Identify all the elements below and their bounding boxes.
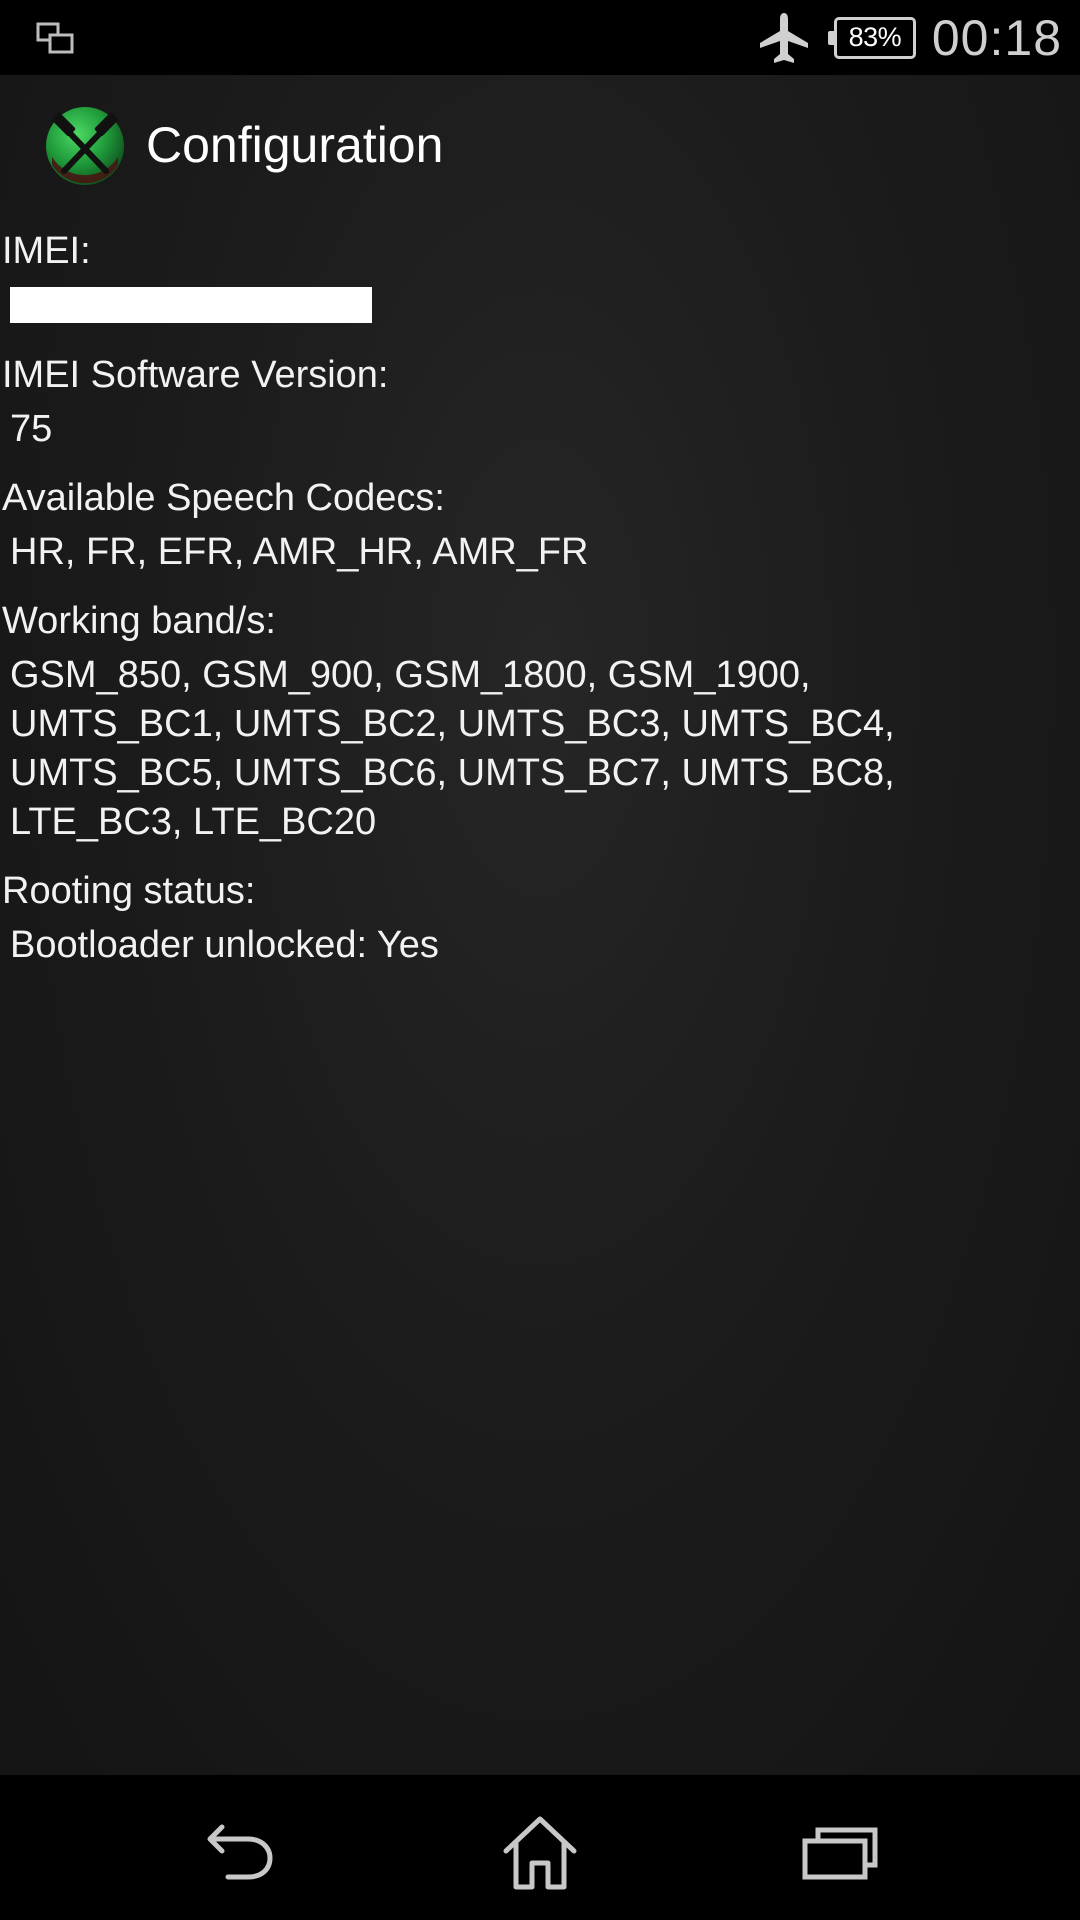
redacted-imei-value [10, 287, 372, 323]
bands-label: Working band/s: [2, 600, 276, 642]
back-button[interactable] [195, 1813, 285, 1893]
status-bar: 83% 00:18 [0, 0, 1080, 75]
page-title: Configuration [146, 117, 444, 173]
back-icon [207, 1824, 273, 1880]
main-content: Configuration IMEI: IMEI Software Versio… [0, 75, 1080, 1775]
imei-sv-label: IMEI Software Version: [2, 354, 389, 396]
home-icon [503, 1816, 577, 1890]
recents-icon [802, 1827, 878, 1880]
action-bar: Configuration [0, 75, 1080, 225]
rooting-value: Bootloader unlocked: Yes [10, 924, 439, 966]
bands-item: Working band/s: GSM_850, GSM_900, GSM_18… [0, 595, 1080, 847]
screenshot-icon [36, 22, 74, 54]
airplane-icon [759, 12, 808, 63]
navigation-bar [0, 1775, 1080, 1920]
rooting-item: Rooting status: Bootloader unlocked: Yes [0, 865, 1080, 970]
battery-percent: 83% [848, 22, 902, 52]
status-clock: 00:18 [931, 9, 1062, 66]
imei-sv-item: IMEI Software Version: 75 [0, 349, 1080, 454]
codecs-item: Available Speech Codecs: HR, FR, EFR, AM… [0, 472, 1080, 577]
screen: 83% 00:18 Configuration IMEI: IMEI Softw… [0, 0, 1080, 1920]
imei-label: IMEI: [2, 230, 91, 272]
recents-button[interactable] [795, 1813, 885, 1893]
home-button[interactable] [495, 1813, 585, 1893]
codecs-value: HR, FR, EFR, AMR_HR, AMR_FR [10, 531, 589, 573]
battery-indicator: 83% [827, 16, 916, 59]
rooting-label: Rooting status: [2, 870, 256, 912]
codecs-label: Available Speech Codecs: [2, 477, 445, 519]
info-list: IMEI: IMEI Software Version: 75 Availabl… [0, 225, 1080, 988]
status-indicators: 83% 00:18 [756, 0, 1062, 75]
imei-item: IMEI: [0, 225, 1080, 323]
bands-value: GSM_850, GSM_900, GSM_1800, GSM_1900, UM… [10, 654, 895, 843]
crossed-hammers-icon[interactable] [44, 105, 126, 193]
imei-sv-value: 75 [10, 408, 53, 450]
